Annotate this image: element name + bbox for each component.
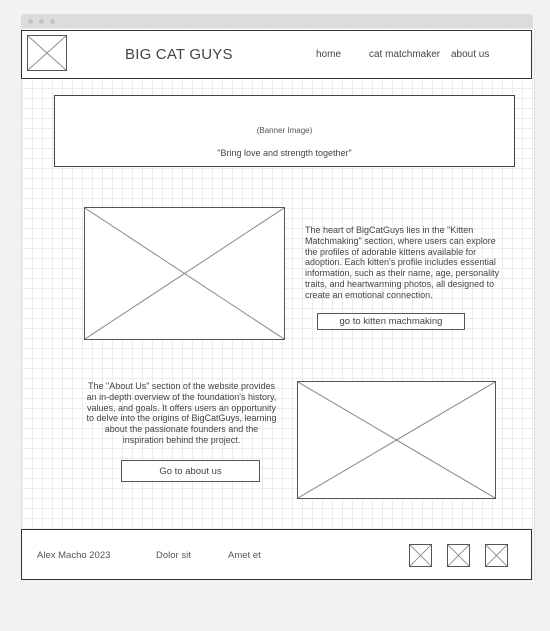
kitten-image-placeholder xyxy=(84,207,285,340)
footer-link-amet-et[interactable]: Amet et xyxy=(228,550,261,561)
about-us-button[interactable]: Go to about us xyxy=(121,460,260,482)
nav-link-cat-matchmaker[interactable]: cat matchmaker xyxy=(369,49,440,60)
banner-tagline: "Bring love and strength together" xyxy=(217,148,352,158)
about-description: The "About Us" section of the website pr… xyxy=(86,381,277,445)
window-dot-icon xyxy=(50,19,55,24)
about-image-placeholder xyxy=(297,381,496,499)
nav-link-about-us[interactable]: about us xyxy=(451,49,489,60)
kitten-matchmaking-button[interactable]: go to kitten machmaking xyxy=(317,313,465,330)
window-dot-icon xyxy=(28,19,33,24)
logo-placeholder[interactable] xyxy=(27,35,67,71)
window-dot-icon xyxy=(39,19,44,24)
footer-copyright: Alex Macho 2023 xyxy=(37,550,111,561)
site-title: BIG CAT GUYS xyxy=(125,46,233,63)
banner-label: (Banner Image) xyxy=(256,126,313,135)
banner-image: (Banner Image) "Bring love and strength … xyxy=(54,95,515,167)
social-icon-placeholder[interactable] xyxy=(485,544,508,567)
footer-link-dolor-sit[interactable]: Dolor sit xyxy=(156,550,191,561)
matchmaker-description: The heart of BigCatGuys lies in the "Kit… xyxy=(305,225,500,300)
social-icon-placeholder[interactable] xyxy=(409,544,432,567)
window-title-bar xyxy=(21,14,533,28)
nav-link-home[interactable]: home xyxy=(316,49,341,60)
social-icon-placeholder[interactable] xyxy=(447,544,470,567)
